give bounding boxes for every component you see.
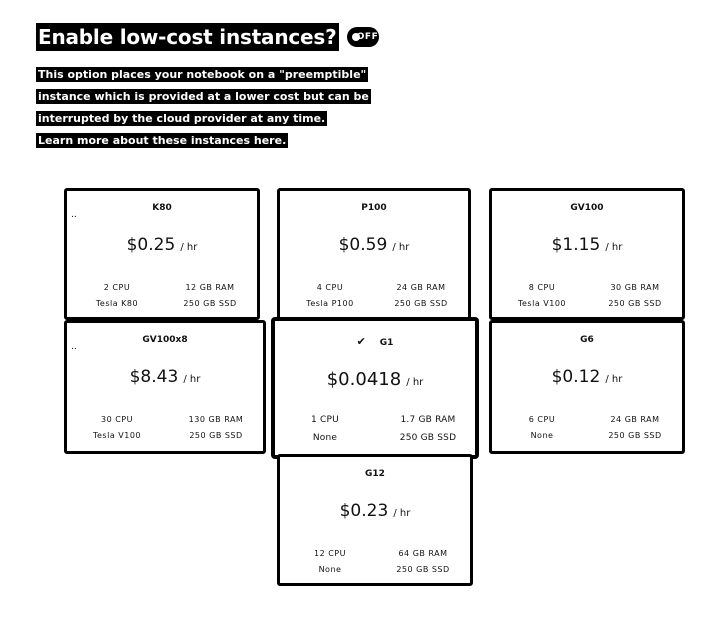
description-line-2: instance which is provided at a lower co…	[36, 89, 371, 104]
price-unit: / hr	[393, 508, 411, 519]
price-value: $0.25	[126, 235, 176, 255]
instance-name: G6	[580, 335, 594, 345]
description: This option places your notebook on a "p…	[36, 64, 371, 152]
instance-name: K80	[152, 203, 172, 213]
price-unit: / hr	[180, 242, 198, 253]
ram-spec: 24 GB RAM	[396, 283, 446, 292]
toggle-knob	[351, 33, 360, 41]
description-line-1: This option places your notebook on a "p…	[36, 67, 369, 82]
disk-spec: 250 GB SSD	[183, 299, 237, 308]
disk-spec: 250 GB SSD	[608, 431, 662, 440]
price-unit: / hr	[605, 374, 623, 385]
disk-spec: 250 GB SSD	[394, 299, 448, 308]
price-unit: / hr	[406, 377, 424, 388]
ram-spec: 1.7 GB RAM	[400, 415, 456, 425]
gpu-spec: None	[312, 433, 338, 443]
ram-spec: 130 GB RAM	[188, 415, 244, 424]
instance-card-gv100[interactable]: GV100 $1.15 / hr 8 CPU 30 GB RAM Tesla V…	[489, 188, 685, 320]
instance-name: G1	[379, 338, 394, 348]
cpu-spec: 1 CPU	[311, 415, 339, 425]
instance-dots: ..	[71, 210, 77, 220]
cpu-spec: 30 CPU	[101, 415, 133, 424]
low-cost-toggle[interactable]: OFF	[346, 27, 379, 47]
instance-card-g12[interactable]: G12 $0.23 / hr 12 CPU 64 GB RAM None 250…	[277, 454, 473, 586]
description-line-3: interrupted by the cloud provider at any…	[36, 111, 328, 126]
ram-spec: 12 GB RAM	[185, 283, 235, 292]
price-unit: / hr	[605, 242, 623, 253]
checkmark-icon: ✔	[356, 335, 366, 348]
disk-spec: 250 GB SSD	[608, 299, 662, 308]
instance-name: G12	[365, 469, 385, 479]
disk-spec: 250 GB SSD	[189, 431, 243, 440]
price-value: $8.43	[129, 367, 179, 387]
disk-spec: 250 GB SSD	[399, 433, 457, 443]
instance-price: $0.23 / hr	[280, 501, 470, 521]
learn-more-link[interactable]: Learn more about these instances here.	[36, 133, 289, 148]
ram-spec: 64 GB RAM	[398, 549, 448, 558]
header: Enable low-cost instances? OFF	[36, 22, 379, 52]
gpu-spec: Tesla V100	[92, 431, 142, 440]
price-unit: / hr	[392, 242, 410, 253]
instance-card-p100[interactable]: P100 $0.59 / hr 4 CPU 24 GB RAM Tesla P1…	[277, 188, 471, 320]
instance-name: GV100x8	[142, 335, 188, 345]
instance-price: $8.43 / hr	[67, 367, 263, 387]
price-value: $0.0418	[326, 369, 402, 390]
instance-card-g1[interactable]: ✔ G1 $0.0418 / hr 1 CPU 1.7 GB RAM None 2…	[272, 318, 478, 458]
ram-spec: 24 GB RAM	[610, 415, 660, 424]
price-value: $0.12	[551, 367, 601, 387]
instance-price: $0.0418 / hr	[275, 369, 475, 390]
disk-spec: 250 GB SSD	[396, 565, 450, 574]
instance-name: P100	[361, 203, 387, 213]
instance-price: $0.59 / hr	[280, 235, 468, 255]
price-value: $1.15	[551, 235, 601, 255]
instance-price: $0.25 / hr	[67, 235, 257, 255]
instance-card-k80[interactable]: K80 .. $0.25 / hr 2 CPU 12 GB RAM Tesla …	[64, 188, 260, 320]
instance-dots: ..	[71, 342, 77, 352]
toggle-label: OFF	[356, 32, 379, 42]
instance-card-g6[interactable]: G6 $0.12 / hr 6 CPU 24 GB RAM None 250 G…	[489, 320, 685, 454]
ram-spec: 30 GB RAM	[610, 283, 660, 292]
price-unit: / hr	[183, 374, 201, 385]
instance-card-gv100x8[interactable]: GV100x8 .. $8.43 / hr 30 CPU 130 GB RAM …	[64, 320, 266, 454]
instance-name-row: ✔ G1	[275, 335, 475, 348]
instance-name: GV100	[570, 203, 604, 213]
instance-price: $0.12 / hr	[492, 367, 682, 387]
page-title: Enable low-cost instances?	[36, 23, 339, 51]
instance-price: $1.15 / hr	[492, 235, 682, 255]
price-value: $0.23	[339, 501, 389, 521]
price-value: $0.59	[338, 235, 388, 255]
